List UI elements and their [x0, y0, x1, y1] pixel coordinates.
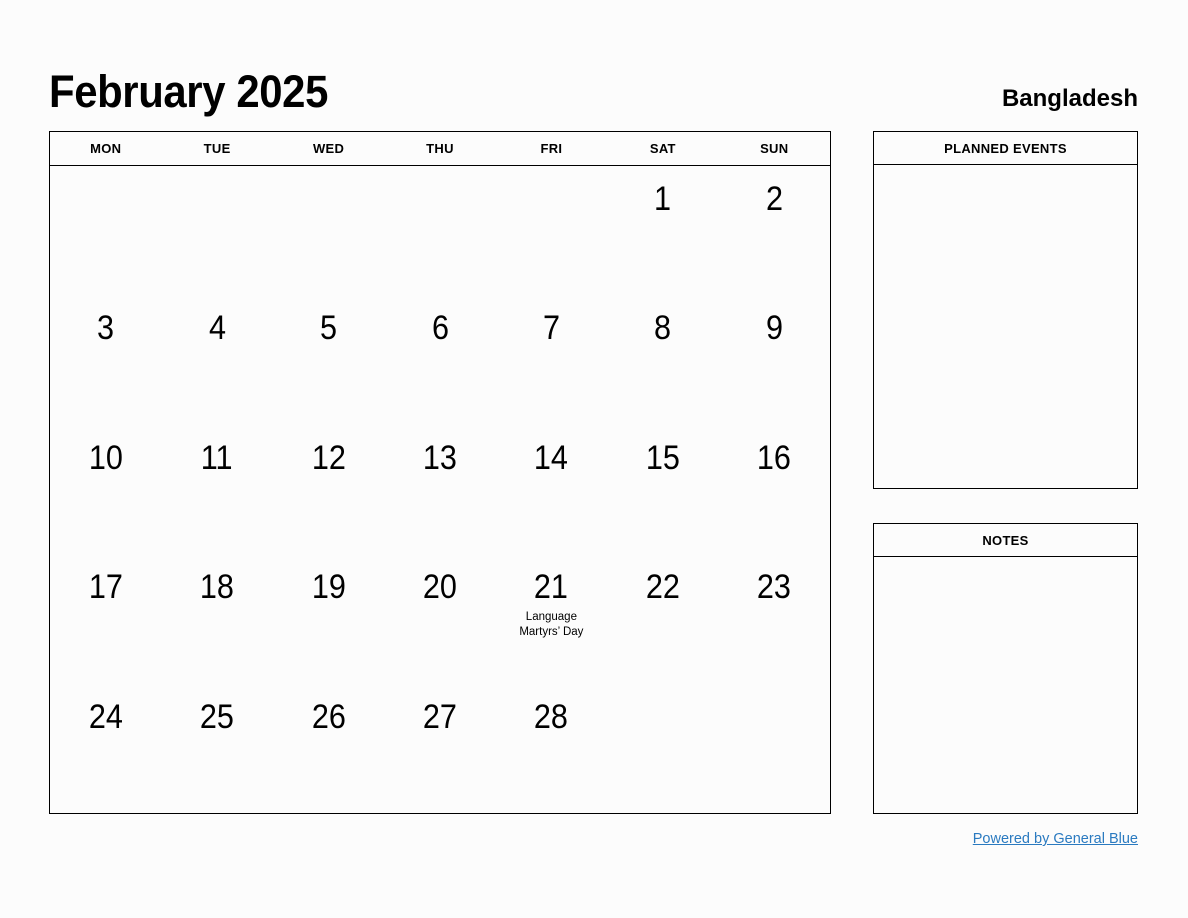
calendar-day-cell[interactable]: 21 Language Martyrs’ Day	[496, 554, 607, 683]
page-header: February 2025 Bangladesh	[49, 52, 1138, 114]
calendar-day-cell[interactable]: 17	[50, 554, 161, 683]
calendar-day-cell-empty	[496, 166, 607, 295]
day-number: 5	[320, 309, 338, 348]
day-number: 11	[201, 438, 234, 477]
notes-panel: NOTES	[873, 523, 1138, 814]
day-number: 3	[97, 309, 115, 348]
calendar-day-cell[interactable]: 25	[161, 684, 272, 813]
calendar-day-cell[interactable]: 14	[496, 425, 607, 554]
calendar-day-cell[interactable]: 11	[161, 425, 272, 554]
day-number: 8	[654, 309, 672, 348]
powered-by-general-blue-link[interactable]: Powered by General Blue	[873, 831, 1138, 847]
calendar-day-cell-empty	[384, 166, 495, 295]
calendar-day-cell[interactable]: 22	[607, 554, 718, 683]
calendar-day-cell[interactable]: 3	[50, 295, 161, 424]
calendar-day-cell[interactable]: 18	[161, 554, 272, 683]
weekday-header-wed: WED	[312, 141, 345, 156]
notes-title: NOTES	[874, 524, 1137, 557]
calendar-day-cell[interactable]: 20	[384, 554, 495, 683]
day-number: 20	[422, 568, 457, 607]
day-number: 26	[311, 697, 346, 736]
calendar-week-row: 24 25 26 27 28	[50, 684, 830, 813]
calendar-day-cell[interactable]: 1	[607, 166, 718, 295]
weekday-header-row: MON TUE WED THU FRI SAT SUN	[50, 132, 830, 166]
calendar-day-cell[interactable]: 15	[607, 425, 718, 554]
page-title: February 2025	[49, 66, 328, 117]
day-number: 2	[765, 180, 783, 218]
day-number: 23	[757, 568, 792, 607]
day-event-label: Language Martyrs’ Day	[519, 610, 584, 639]
planned-events-body[interactable]	[874, 165, 1137, 488]
calendar-day-cell[interactable]: 12	[273, 425, 384, 554]
calendar-day-cell[interactable]: 2	[719, 166, 830, 295]
calendar-day-cell-empty	[273, 166, 384, 295]
weekday-header-fri: FRI	[540, 141, 563, 156]
day-number: 12	[311, 438, 346, 477]
calendar-day-cell[interactable]: 26	[273, 684, 384, 813]
day-number: 6	[431, 309, 449, 348]
weekday-header-sat: SAT	[649, 141, 676, 156]
day-number: 9	[765, 309, 783, 348]
weekday-header-mon: MON	[90, 141, 122, 156]
calendar-day-cell[interactable]: 5	[273, 295, 384, 424]
calendar-day-cell[interactable]: 16	[719, 425, 830, 554]
calendar-weeks: 1 2 3 4 5 6 7 8 9 10 11 12 13 14 15 16 17 18 19 20 21 Languag…	[50, 166, 830, 813]
planned-events-panel: PLANNED EVENTS	[873, 131, 1138, 489]
day-number: 22	[645, 568, 680, 607]
day-number: 4	[208, 309, 226, 348]
day-number: 7	[542, 309, 560, 348]
calendar-week-row: 3 4 5 6 7 8 9	[50, 295, 830, 424]
calendar-week-row: 17 18 19 20 21 Language Martyrs’ Day 22 23	[50, 554, 830, 683]
day-number: 16	[757, 438, 792, 477]
calendar-day-cell[interactable]: 24	[50, 684, 161, 813]
day-number: 18	[200, 568, 235, 607]
day-number: 14	[534, 438, 569, 477]
calendar-day-cell[interactable]: 28	[496, 684, 607, 813]
day-number: 27	[422, 697, 457, 736]
day-number: 15	[645, 438, 680, 477]
calendar-day-cell[interactable]: 27	[384, 684, 495, 813]
calendar-day-cell-empty	[50, 166, 161, 295]
calendar-day-cell-empty	[719, 684, 830, 813]
day-number: 19	[311, 568, 346, 607]
calendar-day-cell[interactable]: 23	[719, 554, 830, 683]
calendar-day-cell-empty	[161, 166, 272, 295]
day-number: 17	[88, 568, 123, 607]
day-number: 25	[200, 697, 235, 736]
calendar-week-row: 12	[50, 166, 830, 295]
day-number: 21	[534, 568, 569, 607]
weekday-header-tue: TUE	[203, 141, 231, 156]
day-number: 13	[422, 438, 457, 477]
calendar-day-cell[interactable]: 13	[384, 425, 495, 554]
country-label: Bangladesh	[1001, 85, 1138, 112]
notes-body[interactable]	[874, 557, 1137, 813]
weekday-header-sun: SUN	[760, 141, 789, 156]
day-number: 10	[88, 438, 123, 477]
day-number: 1	[654, 180, 672, 218]
planned-events-title: PLANNED EVENTS	[874, 132, 1137, 165]
calendar-week-row: 10 11 12 13 14 15 16	[50, 425, 830, 554]
weekday-header-thu: THU	[426, 141, 454, 156]
day-number: 24	[88, 697, 123, 736]
calendar-day-cell[interactable]: 7	[496, 295, 607, 424]
calendar-day-cell[interactable]: 4	[161, 295, 272, 424]
calendar-day-cell[interactable]: 10	[50, 425, 161, 554]
calendar-day-cell-empty	[607, 684, 718, 813]
calendar-grid: MON TUE WED THU FRI SAT SUN 1 2 3 4 5 6 7 8 9 10 11 12 13 1…	[49, 131, 831, 814]
calendar-day-cell[interactable]: 6	[384, 295, 495, 424]
day-number: 28	[534, 697, 569, 736]
calendar-day-cell[interactable]: 9	[719, 295, 830, 424]
calendar-day-cell[interactable]: 19	[273, 554, 384, 683]
calendar-day-cell[interactable]: 8	[607, 295, 718, 424]
